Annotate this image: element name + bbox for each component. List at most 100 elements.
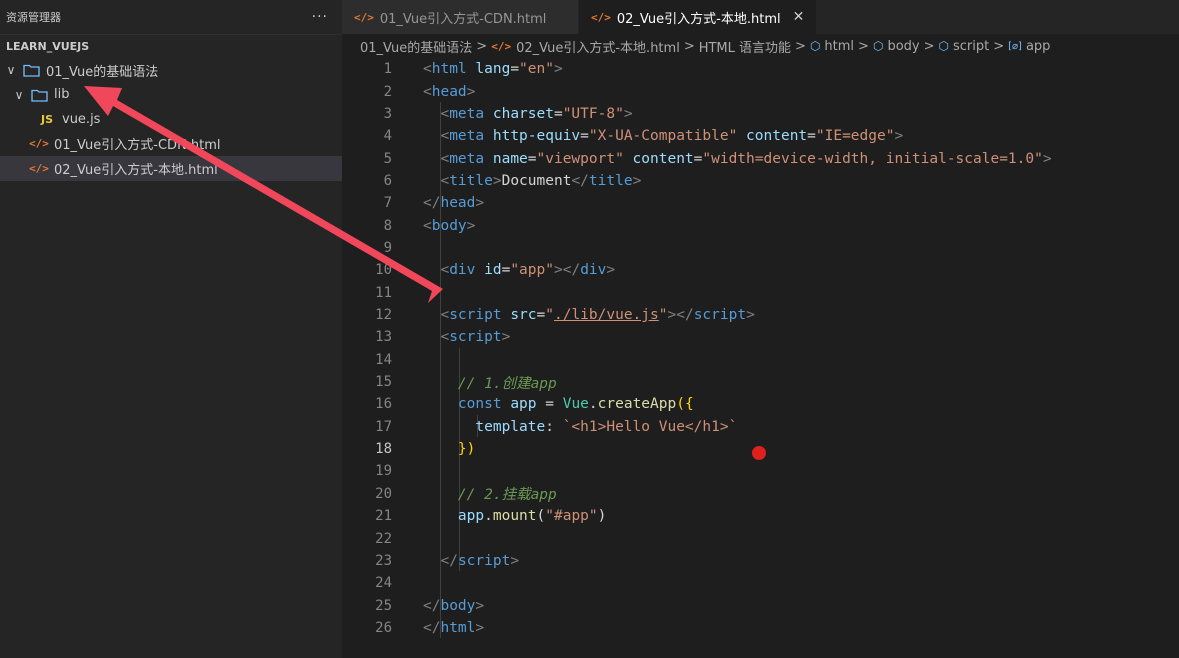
- html-file-icon: </>: [29, 161, 49, 175]
- code-line[interactable]: 20 // 2.挂载app: [342, 483, 1179, 505]
- code-token: html: [440, 619, 476, 636]
- line-number: 26: [375, 619, 392, 636]
- code-token: <: [440, 262, 450, 279]
- breadcrumb-script[interactable]: script: [953, 39, 989, 54]
- code-line[interactable]: 22: [342, 527, 1179, 549]
- tree-file-cdn-html[interactable]: </> 01_Vue引入方式-CDN.html: [0, 132, 342, 157]
- code-text: </script>: [423, 553, 519, 569]
- breadcrumb-language-features[interactable]: HTML 语言功能: [699, 37, 791, 56]
- line-number: 5: [383, 150, 392, 167]
- code-token: div: [580, 262, 607, 279]
- line-number: 3: [383, 105, 392, 122]
- code-text: <script>: [423, 329, 510, 345]
- code-line[interactable]: 12 <script src="./lib/vue.js"></script>: [342, 304, 1179, 326]
- code-line[interactable]: 10 <div id="app"></div>: [342, 259, 1179, 281]
- code-token: "IE=edge": [815, 128, 895, 145]
- code-token: app: [457, 508, 485, 525]
- code-token: >: [510, 552, 520, 569]
- cursor-marker-dot: [752, 446, 766, 460]
- code-line[interactable]: 17 template: `<h1>Hello Vue</h1>`: [342, 416, 1179, 438]
- code-line[interactable]: 15 // 1.创建app: [342, 371, 1179, 393]
- code-text: template: `<h1>Hello Vue</h1>`: [423, 419, 737, 435]
- breadcrumb-body[interactable]: body: [887, 39, 919, 54]
- code-line[interactable]: 11: [342, 282, 1179, 304]
- code-line[interactable]: 1 <html lang="en">: [342, 58, 1179, 80]
- tab-label: 02_Vue引入方式-本地.html: [616, 11, 781, 27]
- code-line[interactable]: 8 <body>: [342, 214, 1179, 236]
- element-cube-icon: ⬡: [809, 39, 821, 53]
- tree-file-local-html[interactable]: </> 02_Vue引入方式-本地.html: [0, 156, 342, 181]
- breadcrumb-app[interactable]: app: [1026, 39, 1050, 54]
- code-line[interactable]: 13 <script>: [342, 326, 1179, 348]
- tree-folder-lib[interactable]: ∨ lib: [0, 83, 342, 108]
- code-line[interactable]: 2 <head>: [342, 80, 1179, 102]
- code-editor[interactable]: 1 <html lang="en"> 2 <head> 3 <meta charset=…: [342, 58, 1179, 658]
- code-token: body: [440, 597, 476, 614]
- close-icon[interactable]: ✕: [793, 9, 805, 25]
- code-token: div: [449, 262, 485, 279]
- code-token: head: [440, 195, 476, 212]
- code-token: "en": [519, 61, 554, 78]
- line-number: 17: [375, 418, 392, 435]
- breadcrumb-folder[interactable]: 01_Vue的基础语法: [360, 37, 472, 56]
- code-line[interactable]: 23 </script>: [342, 550, 1179, 572]
- code-line[interactable]: 14: [342, 349, 1179, 371]
- code-token: // 1.创建app: [457, 375, 557, 392]
- folder-icon: [30, 87, 48, 103]
- code-token: >: [746, 307, 755, 324]
- code-text: <body>: [423, 218, 475, 234]
- explorer-header: 资源管理器 ···: [0, 0, 342, 34]
- code-token: >: [475, 619, 485, 636]
- tree-label: vue.js: [62, 111, 101, 127]
- line-number: 8: [383, 217, 392, 234]
- breadcrumb-file[interactable]: 02_Vue引入方式-本地.html: [516, 37, 680, 56]
- more-actions-icon[interactable]: ···: [312, 9, 328, 25]
- code-line[interactable]: 21 app.mount("#app"): [342, 505, 1179, 527]
- line-number: 2: [383, 83, 392, 100]
- tree-label: lib: [54, 87, 70, 103]
- code-line[interactable]: 24: [342, 572, 1179, 594]
- line-number: 22: [375, 530, 392, 547]
- code-token: meta: [449, 150, 493, 167]
- code-text: app.mount("#app"): [423, 508, 606, 524]
- code-token: <: [440, 105, 450, 122]
- code-line[interactable]: 5 <meta name="viewport" content="width=d…: [342, 147, 1179, 169]
- code-token: >: [501, 329, 511, 346]
- tab-local-html[interactable]: </> 02_Vue引入方式-本地.html ✕: [579, 0, 818, 34]
- code-line[interactable]: 4 <meta http-equiv="X-UA-Compatible" con…: [342, 125, 1179, 147]
- code-token: title: [588, 172, 633, 189]
- tree-file-vue-js[interactable]: JS vue.js: [0, 107, 342, 132]
- tree-label: 01_Vue引入方式-CDN.html: [54, 138, 221, 154]
- tab-label: 01_Vue引入方式-CDN.html: [379, 11, 547, 27]
- code-line[interactable]: 6 <title>Document</title>: [342, 170, 1179, 192]
- code-token: </: [571, 172, 589, 189]
- workspace-section-header[interactable]: LEARN_VUEJS: [0, 34, 342, 58]
- explorer-sidebar: 资源管理器 ··· LEARN_VUEJS ∨ 01_Vue的基础语法 ∨ li…: [0, 0, 342, 658]
- code-line[interactable]: 26 </html>: [342, 617, 1179, 639]
- code-token: >: [1042, 150, 1052, 167]
- code-token: app: [510, 396, 537, 413]
- tree-folder-vue-basics[interactable]: ∨ 01_Vue的基础语法: [0, 58, 342, 83]
- html-file-icon: </>: [29, 137, 49, 151]
- code-text: <meta name="viewport" content="width=dev…: [423, 150, 1052, 167]
- code-line[interactable]: 25 </body>: [342, 594, 1179, 616]
- code-line[interactable]: 9: [342, 237, 1179, 259]
- code-token: (: [536, 508, 546, 525]
- line-number: 21: [375, 508, 392, 525]
- tab-cdn-html[interactable]: </> 01_Vue引入方式-CDN.html: [342, 0, 579, 34]
- code-token: =: [807, 128, 816, 145]
- code-line[interactable]: 19: [342, 460, 1179, 482]
- code-token: =: [580, 128, 589, 145]
- code-line[interactable]: 3 <meta charset="UTF-8">: [342, 103, 1179, 125]
- code-line[interactable]: 7 </head>: [342, 192, 1179, 214]
- breadcrumb-html[interactable]: html: [824, 39, 854, 54]
- code-line[interactable]: 16 const app = Vue.createApp({: [342, 393, 1179, 415]
- code-token: =: [510, 61, 520, 78]
- line-number: 10: [375, 262, 392, 279]
- breadcrumb-separator: >: [923, 38, 935, 54]
- html-file-icon: </>: [591, 10, 611, 24]
